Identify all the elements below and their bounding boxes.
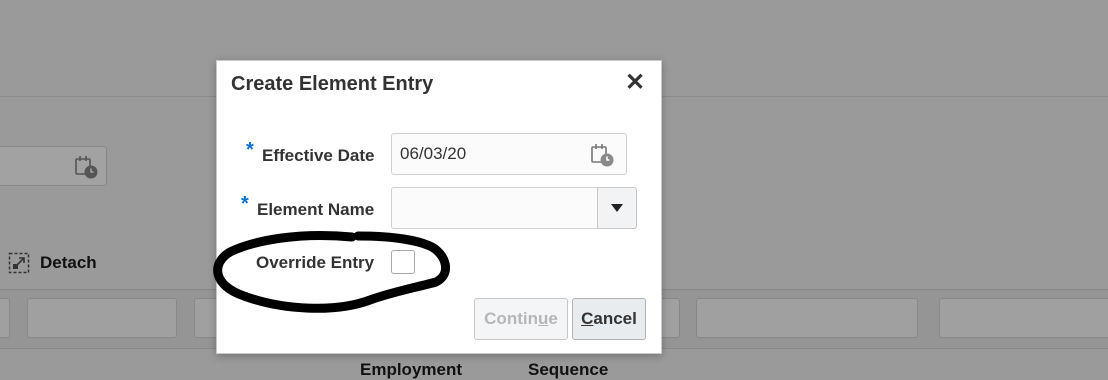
cancel-label-post: ancel <box>593 309 637 328</box>
continue-label-mnemonic: u <box>537 309 549 328</box>
override-entry-checkbox[interactable] <box>391 250 415 274</box>
filter-cell <box>0 298 10 338</box>
column-header-employment: Employment <box>360 360 463 379</box>
chevron-down-icon <box>611 204 623 212</box>
detach-label: Detach <box>40 253 97 272</box>
filter-cell <box>27 298 177 338</box>
continue-label-pre: Contin <box>484 309 538 328</box>
element-name-label: Element Name <box>257 200 375 219</box>
element-name-input[interactable] <box>391 187 597 229</box>
required-marker: * <box>241 193 249 215</box>
effective-date-row: * Effective Date <box>217 133 663 175</box>
element-name-row: * Element Name <box>217 187 663 229</box>
cancel-label-mnemonic: C <box>581 309 594 328</box>
filter-cell <box>696 298 918 338</box>
element-name-dropdown-button[interactable] <box>597 187 637 229</box>
filter-cell <box>939 298 1108 338</box>
close-icon[interactable]: ✕ <box>624 71 646 95</box>
detach-icon <box>8 252 30 274</box>
dialog-title: Create Element Entry <box>231 73 434 95</box>
override-entry-label: Override Entry <box>256 253 375 272</box>
detach-button[interactable]: Detach <box>8 252 97 274</box>
override-entry-row: Override Entry <box>217 246 663 288</box>
cancel-button[interactable]: Cancel <box>572 298 646 340</box>
create-element-entry-dialog: Create Element Entry ✕ * Effective Date … <box>216 60 662 354</box>
calendar-icon <box>75 156 98 179</box>
effective-date-label: Effective Date <box>262 146 375 165</box>
continue-label-post: e <box>548 309 558 328</box>
continue-button[interactable]: Contin u e <box>474 298 568 340</box>
calendar-icon[interactable] <box>590 142 616 168</box>
required-marker: * <box>246 139 254 161</box>
column-header-sequence: Sequence <box>528 360 609 379</box>
